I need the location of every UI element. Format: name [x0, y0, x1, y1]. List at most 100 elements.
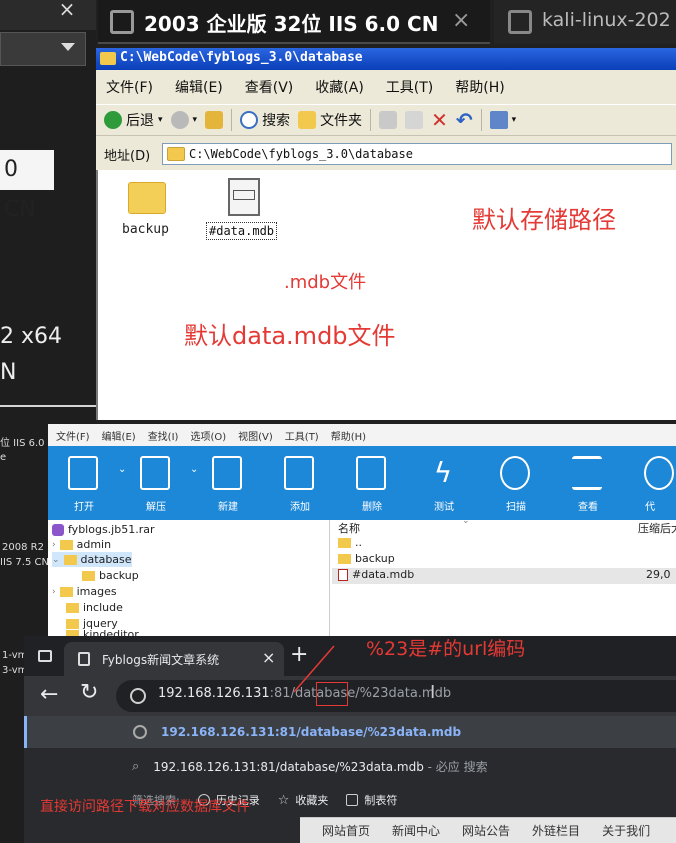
toolbar-separator — [370, 109, 372, 131]
list-item-parent[interactable]: .. — [338, 536, 362, 549]
list-label: #data.mdb — [352, 568, 415, 581]
menu-view[interactable]: 查看(V) — [245, 77, 294, 97]
close-icon[interactable]: × — [52, 0, 82, 20]
open-button[interactable]: ⌄ 打开 — [48, 446, 126, 520]
vm-list-item[interactable]: 位 IIS 6.0 C — [0, 434, 55, 449]
menu-edit[interactable]: 编辑(E) — [102, 428, 136, 443]
vm-tab-active[interactable]: 2003 企业版 32位 IIS 6.0 CN × — [98, 0, 490, 44]
suggestion-url[interactable]: 192.168.126.131:81/database/%23data.mdb — [24, 716, 676, 748]
vm-label-partial[interactable]: 0 CN — [0, 150, 54, 222]
chevron-down-icon: ⌄ — [462, 516, 470, 526]
archive-toolbar: ⌄ 打开 ⌄ 解压 新建 添加 删除 ϟ 测试 扫描 查看 代 — [48, 446, 676, 520]
window-menu-icon[interactable] — [38, 650, 52, 662]
nav-notice[interactable]: 网站公告 — [462, 822, 510, 839]
tree-item-backup[interactable]: backup — [82, 568, 139, 583]
back-button[interactable]: 后退 ▾ — [104, 110, 163, 130]
search-button[interactable]: 搜索 — [240, 110, 290, 130]
delete-button[interactable]: 删除 — [336, 446, 408, 520]
folders-button[interactable]: 文件夹 — [298, 110, 362, 130]
nav-home[interactable]: 网站首页 — [322, 822, 370, 839]
tree-label: database — [80, 553, 132, 566]
suggestion-search[interactable]: ⌕ 192.168.126.131:81/database/%23data.md… — [24, 750, 676, 782]
url-input[interactable]: 192.168.126.131:81/database/%23data.mdb … — [116, 680, 676, 712]
add-button[interactable]: 添加 — [264, 446, 336, 520]
tree-item-jquery[interactable]: jquery — [66, 616, 118, 631]
view-button[interactable]: 查看 — [552, 446, 624, 520]
vm-list-item[interactable]: IIS 7.5 CN — [0, 557, 49, 568]
menu-edit[interactable]: 编辑(E) — [175, 77, 223, 97]
menu-tools[interactable]: 工具(T) — [285, 428, 319, 443]
tree-item-include[interactable]: include — [66, 600, 123, 615]
delete-x-icon: ✕ — [431, 108, 448, 132]
vm-icon — [110, 10, 134, 34]
database-file-icon[interactable] — [228, 178, 260, 216]
menu-help[interactable]: 帮助(H) — [331, 428, 366, 443]
folder-icon — [298, 111, 317, 129]
list-item-backup[interactable]: backup — [338, 552, 395, 565]
menu-help[interactable]: 帮助(H) — [455, 77, 504, 97]
menu-file[interactable]: 文件(F) — [56, 428, 90, 443]
address-input[interactable]: C:\WebCode\fyblogs_3.0\database — [162, 143, 672, 165]
annotation-highlight-box — [316, 682, 348, 706]
tree-item-database[interactable]: ⌄ database — [52, 552, 132, 567]
vm-list-item[interactable]: 2008 R2 — [2, 542, 44, 553]
folder-icon — [128, 182, 166, 214]
annotation-mdb: .mdb文件 — [284, 272, 367, 293]
nav-about[interactable]: 关于我们 — [602, 822, 650, 839]
tree-item-admin[interactable]: › admin — [52, 537, 111, 552]
forward-button[interactable]: ▾ — [170, 111, 197, 129]
button-label: 解压 — [146, 502, 166, 513]
up-button[interactable] — [205, 111, 224, 129]
button-label: 扫描 — [506, 502, 526, 513]
menu-file[interactable]: 文件(F) — [106, 77, 153, 97]
chip-tabs[interactable]: 制表符 — [346, 792, 397, 808]
folder-tree: fyblogs.jb51.rar › admin ⌄ database backup… — [48, 520, 330, 639]
scan-button[interactable]: 扫描 — [480, 446, 552, 520]
back-arrow-icon[interactable]: ← — [40, 682, 58, 707]
chip-favorites[interactable]: ☆ 收藏夹 — [278, 792, 329, 808]
list-item-data-mdb[interactable]: #data.mdb — [338, 568, 414, 581]
vm-label-n: N — [0, 360, 17, 385]
globe-icon — [130, 688, 146, 704]
shield-icon — [500, 456, 530, 490]
new-tab-button[interactable]: + — [290, 642, 308, 667]
test-button[interactable]: ϟ 测试 — [408, 446, 480, 520]
nav-news[interactable]: 新闻中心 — [392, 822, 440, 839]
button-label: 添加 — [290, 502, 310, 513]
folder-icon — [63, 554, 77, 565]
copy-to-button[interactable] — [405, 111, 424, 129]
menu-options[interactable]: 选项(O) — [190, 428, 226, 443]
move-to-button[interactable] — [379, 111, 398, 129]
views-button[interactable]: ▾ — [489, 111, 516, 129]
nav-links[interactable]: 外链栏目 — [532, 822, 580, 839]
close-icon[interactable]: × — [262, 648, 275, 667]
menu-find[interactable]: 查找(I) — [148, 428, 179, 443]
tree-item-images[interactable]: › images — [52, 584, 117, 599]
tree-item-archive[interactable]: fyblogs.jb51.rar — [52, 522, 155, 537]
file-label[interactable]: #data.mdb — [206, 222, 278, 240]
browser-tab[interactable]: Fyblogs新闻文章系统 × — [64, 642, 284, 676]
window-title: C:\WebCode\fyblogs_3.0\database — [120, 50, 363, 65]
menu-tools[interactable]: 工具(T) — [386, 77, 433, 97]
column-header-name[interactable]: 名称 — [338, 520, 360, 536]
delete-button[interactable]: ✕ — [431, 108, 448, 132]
vm-tab[interactable]: kali-linux-202 — [494, 0, 676, 44]
tree-label: admin — [76, 538, 112, 551]
column-header-compressed[interactable]: 压缩后大 — [638, 520, 676, 536]
new-button[interactable]: 新建 — [192, 446, 264, 520]
left-dropdown[interactable] — [0, 32, 86, 66]
globe-icon — [644, 456, 674, 490]
address-bar: 地址(D) C:\WebCode\fyblogs_3.0\database — [96, 140, 676, 168]
menu-view[interactable]: 视图(V) — [238, 428, 273, 443]
move-to-icon — [379, 111, 398, 129]
delete-file-icon — [356, 456, 386, 490]
close-icon[interactable]: × — [452, 8, 470, 33]
vm-list-item[interactable]: e — [0, 452, 6, 463]
tree-label: images — [76, 585, 117, 598]
folder-icon — [167, 147, 185, 161]
extract-button[interactable]: ⌄ 解压 — [120, 446, 198, 520]
undo-button[interactable]: ↶ — [456, 108, 473, 132]
menu-favorites[interactable]: 收藏(A) — [315, 77, 364, 97]
reload-icon[interactable]: ↻ — [80, 680, 98, 705]
code-button[interactable]: 代 — [624, 446, 676, 520]
